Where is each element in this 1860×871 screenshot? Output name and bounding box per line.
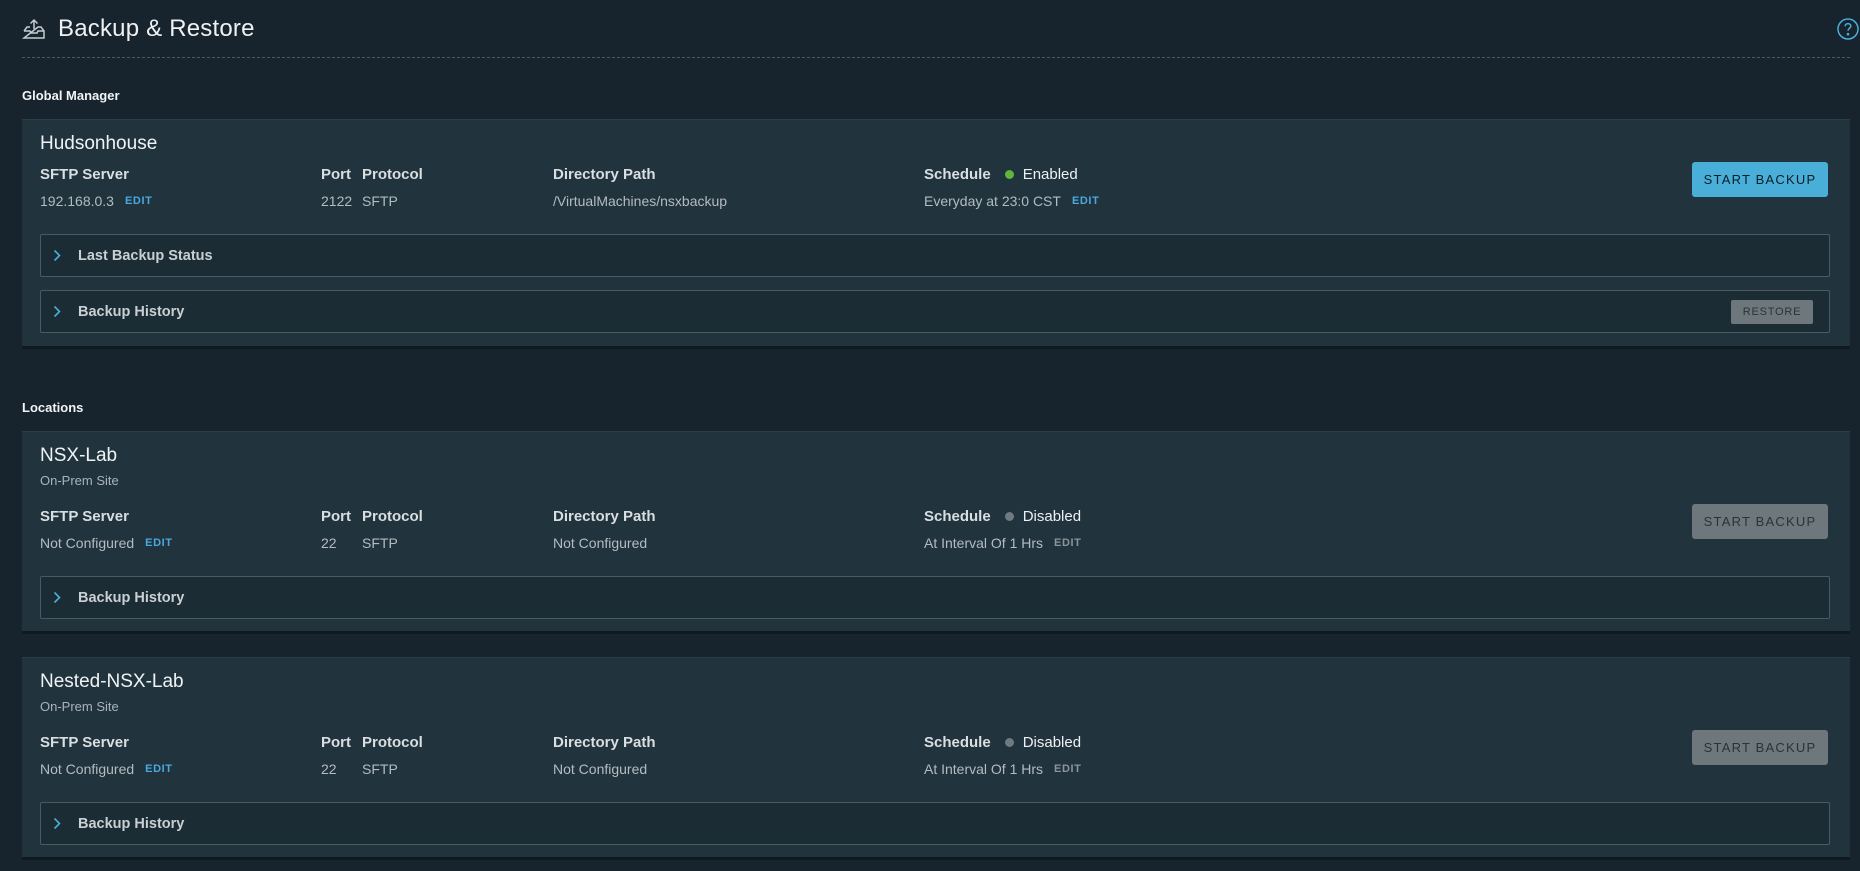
schedule-status: Enabled [1022, 166, 1078, 183]
schedule-edit-link[interactable]: EDIT [1072, 195, 1099, 207]
chevron-right-icon [53, 591, 65, 605]
port-label: Port [321, 508, 351, 525]
port-field: Port 22 [321, 734, 351, 777]
schedule-field: Schedule Disabled At Interval Of 1 Hrs E… [924, 734, 1082, 777]
directory-path-label: Directory Path [553, 508, 656, 525]
sftp-server-field: SFTP Server Not Configured EDIT [40, 734, 173, 777]
schedule-label: Schedule [924, 734, 991, 751]
schedule-status: Disabled [1022, 508, 1082, 525]
expander-label: Backup History [78, 303, 185, 320]
directory-path-value: /VirtualMachines/nsxbackup [553, 193, 728, 209]
expander-label: Last Backup Status [78, 247, 213, 264]
sftp-edit-link[interactable]: EDIT [125, 195, 152, 207]
backup-history-expander[interactable]: Backup History [40, 802, 1830, 845]
help-circle-icon[interactable] [1836, 17, 1860, 41]
protocol-label: Protocol [362, 734, 423, 751]
site-card-nested-nsx-lab: Nested-NSX-Lab On-Prem Site SFTP Server … [22, 657, 1850, 860]
start-backup-button[interactable]: START BACKUP [1692, 730, 1828, 765]
protocol-field: Protocol SFTP [362, 734, 423, 777]
chevron-right-icon [53, 305, 65, 319]
status-dot-icon [1004, 512, 1014, 521]
page-title: Backup & Restore [58, 14, 255, 42]
schedule-label: Schedule [924, 508, 991, 525]
protocol-label: Protocol [362, 166, 423, 183]
section-label-locations: Locations [22, 400, 84, 415]
backup-tray-icon [22, 17, 46, 41]
schedule-value: Everyday at 23:0 CST [924, 193, 1061, 209]
schedule-field: Schedule Enabled Everyday at 23:0 CST ED… [924, 166, 1099, 209]
expander-label: Backup History [78, 589, 185, 606]
directory-path-field: Directory Path /VirtualMachines/nsxbacku… [553, 166, 727, 209]
directory-path-value: Not Configured [553, 761, 648, 777]
protocol-label: Protocol [362, 508, 423, 525]
sftp-edit-link[interactable]: EDIT [145, 763, 172, 775]
last-backup-status-expander[interactable]: Last Backup Status [40, 234, 1830, 277]
card-subtitle: On-Prem Site [40, 699, 119, 714]
protocol-value: SFTP [362, 761, 398, 777]
schedule-status: Disabled [1022, 734, 1082, 751]
status-dot-icon [1004, 738, 1014, 747]
card-title: NSX-Lab [40, 445, 118, 466]
protocol-field: Protocol SFTP [362, 166, 423, 209]
backup-history-expander[interactable]: Backup History RESTORE [40, 290, 1830, 333]
sftp-server-label: SFTP Server [40, 734, 129, 751]
sftp-server-field: SFTP Server 192.168.0.3 EDIT [40, 166, 152, 209]
sftp-server-label: SFTP Server [40, 508, 129, 525]
port-field: Port 2122 [321, 166, 352, 209]
port-label: Port [321, 166, 351, 183]
start-backup-button[interactable]: START BACKUP [1692, 504, 1828, 539]
port-field: Port 22 [321, 508, 351, 551]
backup-history-expander[interactable]: Backup History [40, 576, 1830, 619]
status-dot-icon [1004, 170, 1014, 179]
directory-path-field: Directory Path Not Configured [553, 508, 656, 551]
port-value: 22 [321, 761, 337, 777]
expander-label: Backup History [78, 815, 185, 832]
protocol-field: Protocol SFTP [362, 508, 423, 551]
page-header: Backup & Restore [22, 0, 1859, 58]
schedule-field: Schedule Disabled At Interval Of 1 Hrs E… [924, 508, 1082, 551]
directory-path-label: Directory Path [553, 734, 656, 751]
schedule-edit-link[interactable]: EDIT [1054, 763, 1081, 775]
port-value: 22 [321, 535, 337, 551]
schedule-edit-link[interactable]: EDIT [1054, 537, 1081, 549]
backup-restore-page: Backup & Restore Global Manager Hudsonho… [22, 0, 1859, 860]
card-title: Nested-NSX-Lab [40, 671, 184, 692]
sftp-server-label: SFTP Server [40, 166, 129, 183]
directory-path-field: Directory Path Not Configured [553, 734, 656, 777]
card-title: Hudsonhouse [40, 133, 158, 154]
global-manager-card: Hudsonhouse SFTP Server 192.168.0.3 EDIT… [22, 119, 1850, 349]
sftp-server-value: Not Configured [40, 761, 135, 777]
card-subtitle: On-Prem Site [40, 473, 119, 488]
chevron-right-icon [53, 249, 65, 263]
sftp-server-value: 192.168.0.3 [40, 193, 114, 209]
protocol-value: SFTP [362, 535, 398, 551]
sftp-server-field: SFTP Server Not Configured EDIT [40, 508, 173, 551]
chevron-right-icon [53, 817, 65, 831]
directory-path-value: Not Configured [553, 535, 648, 551]
sftp-edit-link[interactable]: EDIT [145, 537, 172, 549]
directory-path-label: Directory Path [553, 166, 656, 183]
site-card-nsx-lab: NSX-Lab On-Prem Site SFTP Server Not Con… [22, 431, 1850, 634]
schedule-value: At Interval Of 1 Hrs [924, 535, 1044, 551]
start-backup-button[interactable]: START BACKUP [1692, 162, 1828, 197]
port-label: Port [321, 734, 351, 751]
port-value: 2122 [321, 193, 353, 209]
sftp-server-value: Not Configured [40, 535, 135, 551]
protocol-value: SFTP [362, 193, 398, 209]
schedule-label: Schedule [924, 166, 991, 183]
section-label-global-manager: Global Manager [22, 88, 120, 103]
schedule-value: At Interval Of 1 Hrs [924, 761, 1044, 777]
restore-button[interactable]: RESTORE [1731, 300, 1813, 324]
